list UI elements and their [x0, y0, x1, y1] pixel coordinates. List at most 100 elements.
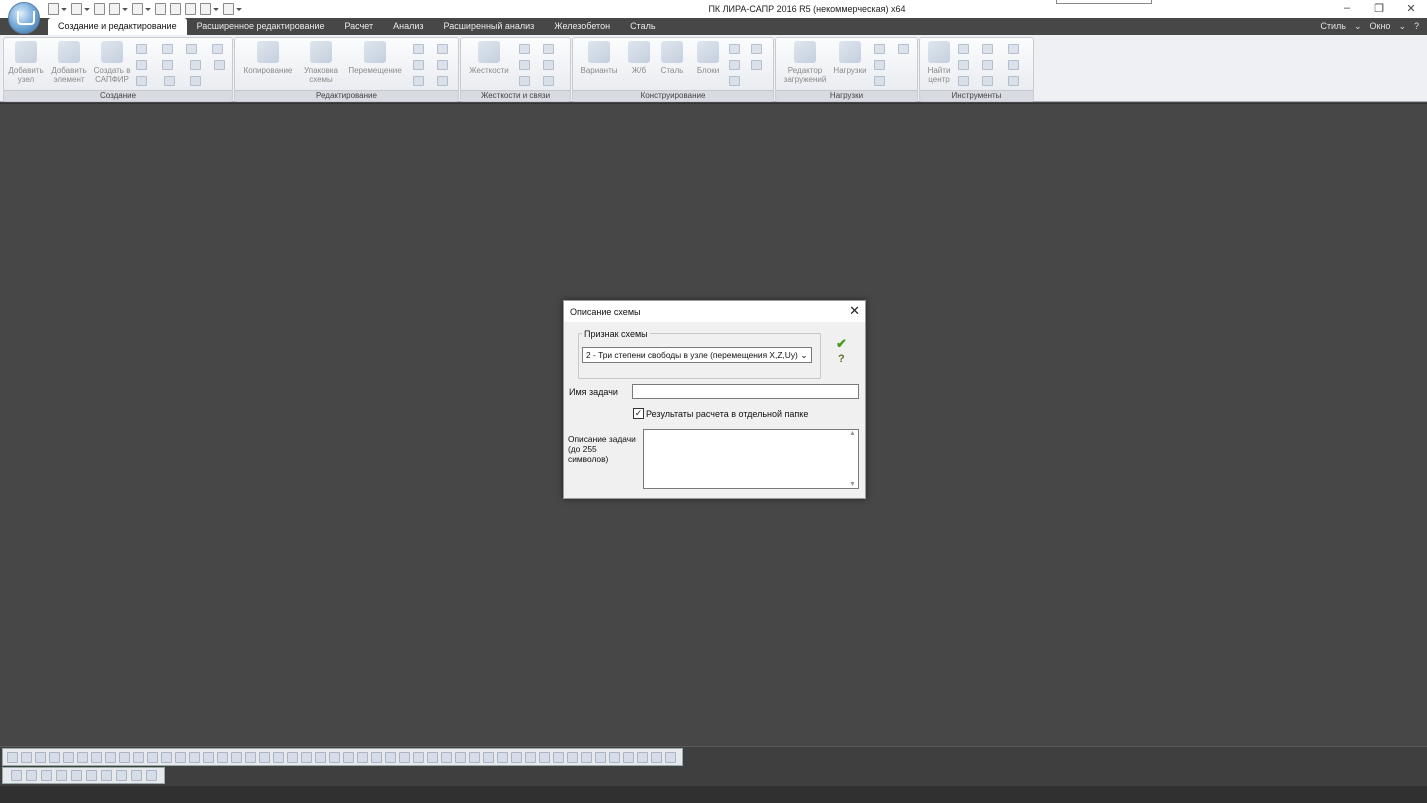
- find-center-button[interactable]: Найти центр: [922, 41, 956, 84]
- scrollbar[interactable]: ▲ ▼: [847, 430, 858, 488]
- filter-icon[interactable]: [413, 76, 424, 86]
- view-tool-icon[interactable]: [77, 751, 88, 763]
- pack-scheme-button[interactable]: Упаковка схемы: [299, 41, 343, 84]
- tool-icon[interactable]: [958, 76, 969, 86]
- view-tool-icon[interactable]: [413, 751, 424, 763]
- ok-check-icon[interactable]: ✔: [836, 336, 847, 352]
- tool-icon[interactable]: [982, 60, 993, 70]
- restore-icon[interactable]: ❐: [1373, 2, 1385, 15]
- design-tool-icon[interactable]: [729, 44, 740, 54]
- view-tool-icon[interactable]: [371, 751, 382, 763]
- view-tool-icon[interactable]: [539, 751, 550, 763]
- tool-icon[interactable]: [958, 44, 969, 54]
- task-description-input[interactable]: ▲ ▼: [643, 429, 859, 489]
- delete-icon[interactable]: [437, 76, 448, 86]
- help-menu-icon[interactable]: ?: [1414, 18, 1419, 35]
- view-tool-icon[interactable]: [497, 751, 508, 763]
- view-tool-icon[interactable]: [665, 751, 676, 763]
- tab-steel[interactable]: Сталь: [620, 18, 665, 35]
- window-menu[interactable]: Окно: [1370, 18, 1391, 35]
- load-tool-icon[interactable]: [874, 76, 885, 86]
- arch-icon[interactable]: [212, 44, 223, 54]
- blocks-button[interactable]: Блоки: [693, 41, 723, 75]
- tool-icon[interactable]: [1008, 60, 1019, 70]
- stiffness-button[interactable]: Жесткости: [465, 41, 513, 75]
- load-table-icon[interactable]: [874, 44, 885, 54]
- fragment-icon[interactable]: [41, 770, 52, 781]
- view-tool-icon[interactable]: [203, 751, 214, 763]
- spring-icon[interactable]: [543, 44, 554, 54]
- view-tool-icon[interactable]: [427, 751, 438, 763]
- view-tool-icon[interactable]: [35, 751, 46, 763]
- view-tool-icon[interactable]: [133, 751, 144, 763]
- constraint-icon[interactable]: [543, 76, 554, 86]
- fragment-icon[interactable]: [116, 770, 127, 781]
- fragment-icon[interactable]: [86, 770, 97, 781]
- tab-reinforced-concrete[interactable]: Железобетон: [544, 18, 620, 35]
- load-sum-icon[interactable]: [874, 60, 885, 70]
- view-tool-icon[interactable]: [161, 751, 172, 763]
- view-tool-icon[interactable]: [525, 751, 536, 763]
- close-window-icon[interactable]: ✕: [1405, 2, 1417, 15]
- view-tool-icon[interactable]: [273, 751, 284, 763]
- view-tool-icon[interactable]: [315, 751, 326, 763]
- view-tool-icon[interactable]: [637, 751, 648, 763]
- view-tool-icon[interactable]: [231, 751, 242, 763]
- fragment-icon[interactable]: [131, 770, 142, 781]
- chevron-down-icon[interactable]: ⌄: [1354, 18, 1362, 35]
- plate-icon[interactable]: [186, 44, 197, 54]
- design-tool-icon[interactable]: [729, 76, 740, 86]
- scheme-type-select[interactable]: 2 - Три степени свободы в узле (перемеще…: [582, 347, 812, 363]
- view-tool-icon[interactable]: [21, 751, 32, 763]
- design-tool-icon[interactable]: [729, 60, 740, 70]
- view-tool-icon[interactable]: [357, 751, 368, 763]
- view-tool-icon[interactable]: [7, 751, 18, 763]
- design-tool-icon[interactable]: [751, 44, 762, 54]
- view-tool-icon[interactable]: [469, 751, 480, 763]
- mirror-icon[interactable]: [413, 60, 424, 70]
- view-tool-icon[interactable]: [441, 751, 452, 763]
- view-tool-icon[interactable]: [217, 751, 228, 763]
- tab-analysis[interactable]: Анализ: [383, 18, 433, 35]
- view-tool-icon[interactable]: [455, 751, 466, 763]
- variants-button[interactable]: Варианты: [577, 41, 621, 75]
- view-tool-icon[interactable]: [287, 751, 298, 763]
- tab-extended-edit[interactable]: Расширенное редактирование: [187, 18, 335, 35]
- surface-icon[interactable]: [214, 60, 225, 70]
- style-menu[interactable]: Стиль: [1320, 18, 1346, 35]
- link-icon[interactable]: [519, 60, 530, 70]
- view-tool-icon[interactable]: [623, 751, 634, 763]
- view-tool-icon[interactable]: [483, 751, 494, 763]
- view-tool-icon[interactable]: [511, 751, 522, 763]
- separate-folder-checkbox[interactable]: ✓: [633, 408, 644, 419]
- color-icon[interactable]: [1008, 76, 1019, 86]
- view-tool-icon[interactable]: [553, 751, 564, 763]
- design-tool-icon[interactable]: [751, 60, 762, 70]
- create-in-sapfir-button[interactable]: Создать в САПФИР: [92, 41, 132, 84]
- tool-icon[interactable]: [958, 60, 969, 70]
- grid-icon[interactable]: [136, 44, 147, 54]
- load-case-editor-button[interactable]: Редактор загружений: [780, 41, 830, 84]
- frame-icon[interactable]: [162, 44, 173, 54]
- shell-icon[interactable]: [136, 60, 147, 70]
- view-tool-icon[interactable]: [259, 751, 270, 763]
- fragment-icon[interactable]: [146, 770, 157, 781]
- task-name-input[interactable]: [632, 384, 859, 399]
- hinge-icon[interactable]: [519, 44, 530, 54]
- slab-icon[interactable]: [190, 76, 201, 86]
- view-tool-icon[interactable]: [105, 751, 116, 763]
- fragment-icon[interactable]: [56, 770, 67, 781]
- view-tool-icon[interactable]: [63, 751, 74, 763]
- view-tool-icon[interactable]: [189, 751, 200, 763]
- load-copy-icon[interactable]: [898, 44, 909, 54]
- close-icon[interactable]: ✕: [849, 303, 860, 319]
- sum-icon[interactable]: [1008, 44, 1019, 54]
- tool-icon[interactable]: [982, 44, 993, 54]
- add-element-button[interactable]: Добавить элемент: [48, 41, 90, 84]
- view-tool-icon[interactable]: [595, 751, 606, 763]
- select-icon[interactable]: [437, 60, 448, 70]
- view-tool-icon[interactable]: [343, 751, 354, 763]
- wall-icon[interactable]: [164, 76, 175, 86]
- tab-calculation[interactable]: Расчет: [334, 18, 383, 35]
- view-tool-icon[interactable]: [175, 751, 186, 763]
